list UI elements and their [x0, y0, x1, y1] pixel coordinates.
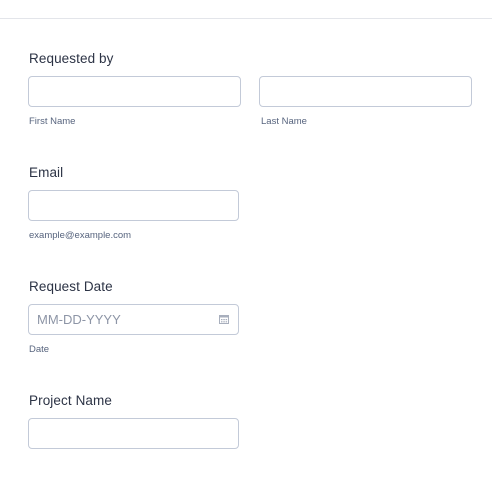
request-date-input[interactable] [28, 304, 239, 335]
top-divider [0, 18, 492, 19]
email-sublabel: example@example.com [29, 230, 132, 241]
last-name-sublabel: Last Name [261, 116, 307, 127]
request-date-sublabel: Date [29, 344, 50, 355]
project-name-input[interactable] [28, 418, 239, 449]
email-input[interactable] [28, 190, 239, 221]
project-name-label: Project Name [29, 393, 112, 408]
request-date-field [28, 304, 239, 335]
calendar-icon[interactable] [219, 314, 229, 324]
first-name-input[interactable] [28, 76, 241, 107]
email-label: Email [29, 165, 64, 180]
first-name-sublabel: First Name [29, 116, 76, 127]
request-date-label: Request Date [29, 279, 113, 294]
last-name-input[interactable] [259, 76, 472, 107]
requested-by-label: Requested by [29, 51, 114, 66]
